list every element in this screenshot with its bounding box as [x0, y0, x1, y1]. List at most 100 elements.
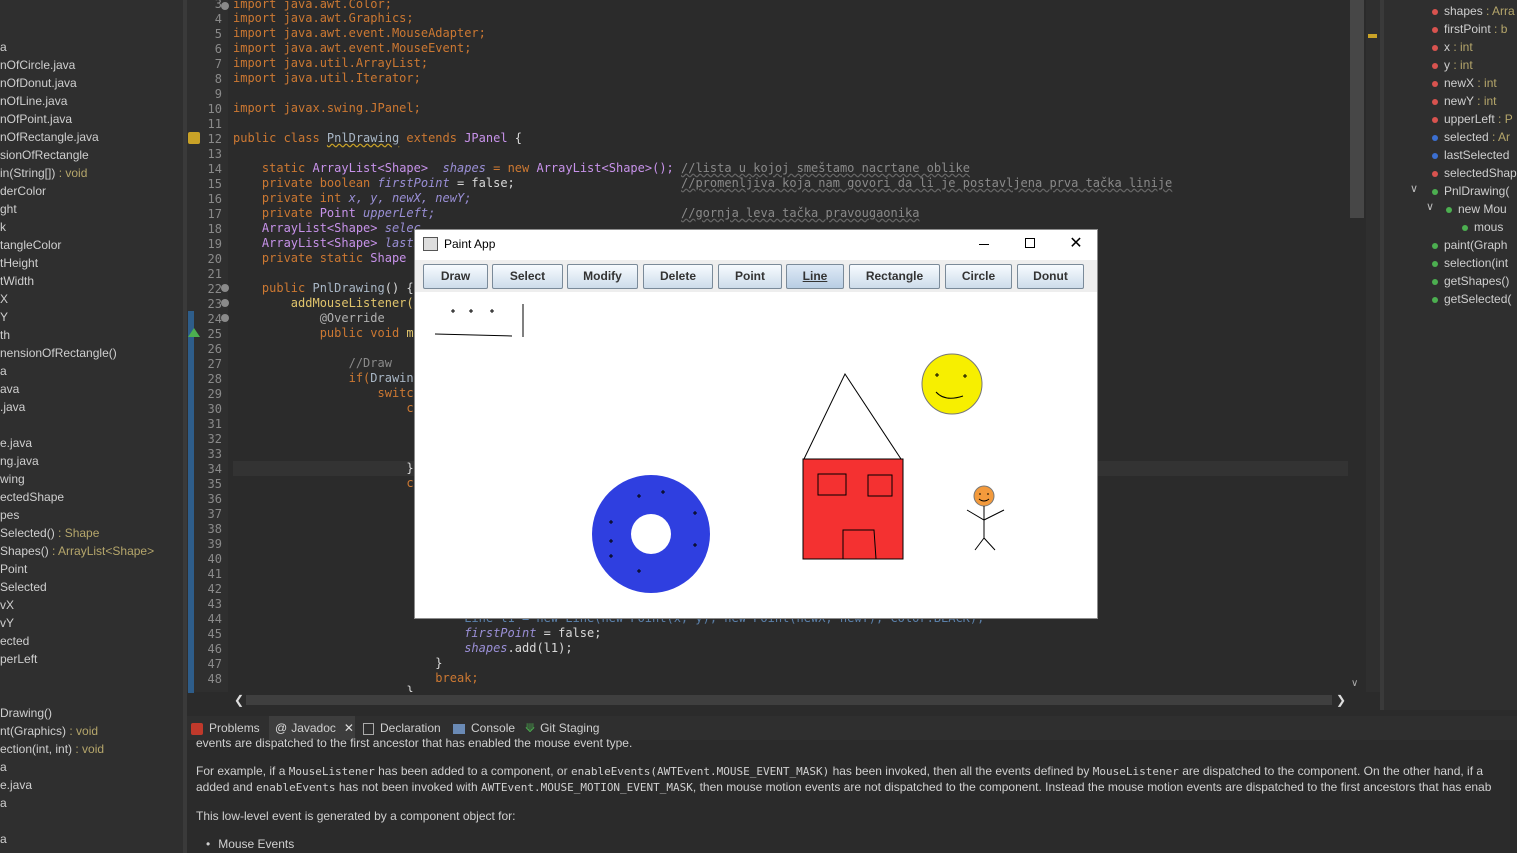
- tree-item[interactable]: Selected() : Shape: [0, 524, 99, 542]
- tree-item[interactable]: k: [0, 218, 6, 236]
- code-line[interactable]: public PnlDrawing() {: [233, 281, 414, 296]
- outline-item[interactable]: selection(int: [1432, 254, 1508, 272]
- code-line[interactable]: ArrayList<Shape> lastS: [233, 236, 421, 251]
- tree-item[interactable]: Y: [0, 308, 8, 326]
- paint-app-window[interactable]: Paint App ✕ Draw Select Modify Delete Po…: [414, 229, 1098, 619]
- outline-item[interactable]: upperLeft : P: [1432, 110, 1513, 128]
- code-line[interactable]: private Point upperLeft;: [233, 206, 435, 221]
- code-comment[interactable]: //gornja leva tačka pravougaonika: [681, 206, 919, 221]
- tree-item[interactable]: a: [0, 362, 7, 380]
- warning-marker[interactable]: [1368, 34, 1377, 38]
- code-line[interactable]: ca: [233, 401, 420, 416]
- code-line[interactable]: import java.util.Iterator;: [233, 71, 421, 86]
- title-bar[interactable]: Paint App ✕: [415, 230, 1097, 260]
- tree-item[interactable]: a: [0, 830, 7, 848]
- close-icon[interactable]: ✕: [344, 721, 354, 735]
- code-line[interactable]: import java.util.ArrayList;: [233, 56, 428, 71]
- point-button[interactable]: Point: [718, 264, 782, 289]
- tree-item[interactable]: in(String[]) : void: [0, 164, 87, 182]
- code-line[interactable]: public void mo: [233, 326, 421, 341]
- scroll-right-icon[interactable]: ❯: [1336, 693, 1346, 707]
- close-button[interactable]: ✕: [1061, 233, 1091, 255]
- tree-item[interactable]: vY: [0, 614, 14, 632]
- tree-item[interactable]: Shapes() : ArrayList<Shape>: [0, 542, 154, 560]
- warning-icon[interactable]: [188, 132, 200, 144]
- tree-item[interactable]: perLeft: [0, 650, 37, 668]
- tree-item[interactable]: nt(Graphics) : void: [0, 722, 98, 740]
- scroll-down-icon[interactable]: ∨: [1351, 678, 1358, 689]
- outline-item[interactable]: selected : Ar: [1432, 128, 1510, 146]
- tree-item[interactable]: .java: [0, 398, 25, 416]
- outline-item[interactable]: new Mou: [1446, 200, 1507, 218]
- code-comment[interactable]: //promenljiva koja nam govori da li je p…: [681, 176, 1172, 191]
- outline-item[interactable]: selectedShap: [1432, 164, 1517, 182]
- code-line[interactable]: import java.awt.Graphics;: [233, 11, 414, 26]
- tree-item[interactable]: pes: [0, 506, 19, 524]
- tree-item[interactable]: a: [0, 38, 7, 56]
- tree-item[interactable]: tangleColor: [0, 236, 61, 254]
- tree-item[interactable]: X: [0, 290, 8, 308]
- code-line[interactable]: static ArrayList<Shape> shapes = new Arr…: [233, 161, 674, 176]
- outline-item[interactable]: getShapes(): [1432, 272, 1509, 290]
- code-line[interactable]: switch: [233, 386, 420, 401]
- code-line[interactable]: ArrayList<Shape> selec: [233, 221, 421, 236]
- tree-item[interactable]: sionOfRectangle: [0, 146, 89, 164]
- tree-item[interactable]: Point: [0, 560, 27, 578]
- chevron-down-icon[interactable]: ∨: [1410, 182, 1418, 195]
- tree-item[interactable]: ght: [0, 200, 17, 218]
- code-line[interactable]: if(Drawing: [233, 371, 421, 386]
- override-icon[interactable]: [188, 328, 200, 337]
- outline-item[interactable]: mous: [1462, 218, 1503, 236]
- code-line[interactable]: firstPoint = false;: [233, 626, 601, 641]
- outline-item[interactable]: lastSelected: [1432, 146, 1509, 164]
- code-comment[interactable]: //lista u kojoj smeštamo nacrtane oblike: [681, 161, 970, 176]
- tree-item[interactable]: e.java: [0, 434, 32, 452]
- outline-item[interactable]: newY : int: [1432, 92, 1497, 110]
- line-button[interactable]: Line: [786, 264, 844, 289]
- outline-item[interactable]: getSelected(: [1432, 290, 1511, 308]
- code-line[interactable]: import java.awt.event.MouseAdapter;: [233, 26, 486, 41]
- tree-item[interactable]: tHeight: [0, 254, 38, 272]
- code-line[interactable]: private int x, y, newX, newY;: [233, 191, 472, 206]
- code-line[interactable]: @Override: [233, 311, 385, 326]
- code-line[interactable]: private static Shape s: [233, 251, 421, 266]
- outline-item[interactable]: x : int: [1432, 38, 1473, 56]
- code-line[interactable]: shapes.add(l1);: [233, 641, 572, 656]
- tree-item[interactable]: ava: [0, 380, 19, 398]
- scroll-left-icon[interactable]: ❮: [234, 693, 244, 707]
- vertical-scroll-thumb[interactable]: [1350, 0, 1364, 218]
- tree-item[interactable]: th: [0, 326, 10, 344]
- maximize-button[interactable]: [1015, 236, 1045, 254]
- outline-item[interactable]: paint(Graph: [1432, 236, 1507, 254]
- code-line[interactable]: ca: [233, 476, 420, 491]
- donut-button[interactable]: Donut: [1017, 264, 1084, 289]
- outline-item[interactable]: firstPoint : b: [1432, 20, 1507, 38]
- outline-item[interactable]: y : int: [1432, 56, 1473, 74]
- tree-item[interactable]: vX: [0, 596, 14, 614]
- outline-item[interactable]: PnlDrawing(: [1432, 182, 1509, 200]
- code-line[interactable]: addMouseListener(n: [233, 296, 421, 311]
- pane-divider[interactable]: [1380, 0, 1384, 710]
- chevron-down-icon[interactable]: ∨: [1426, 200, 1434, 213]
- tree-item[interactable]: nensionOfRectangle(): [0, 344, 117, 362]
- tree-item[interactable]: tWidth: [0, 272, 34, 290]
- overview-ruler[interactable]: [1366, 0, 1380, 692]
- horizontal-scroll-thumb[interactable]: [246, 695, 1332, 705]
- tree-item[interactable]: ectedShape: [0, 488, 64, 506]
- code-line[interactable]: //Draw: [233, 356, 392, 371]
- tree-item[interactable]: ected: [0, 632, 29, 650]
- tree-item[interactable]: Selected: [0, 578, 47, 596]
- tree-item[interactable]: nOfLine.java: [0, 92, 67, 110]
- tree-item[interactable]: a: [0, 758, 7, 776]
- tree-item[interactable]: nOfRectangle.java: [0, 128, 99, 146]
- tree-item[interactable]: ection(int, int) : void: [0, 740, 104, 758]
- tree-item[interactable]: Drawing(): [0, 704, 52, 722]
- code-line[interactable]: import java.awt.event.MouseEvent;: [233, 41, 471, 56]
- select-button[interactable]: Select: [492, 264, 563, 289]
- tree-item[interactable]: e.java: [0, 776, 32, 794]
- fold-icon[interactable]: [221, 284, 229, 292]
- tree-item[interactable]: nOfDonut.java: [0, 74, 77, 92]
- code-line[interactable]: public class PnlDrawing extends JPanel {: [233, 131, 522, 146]
- tree-item[interactable]: ng.java: [0, 452, 39, 470]
- code-line[interactable]: private boolean firstPoint = false;: [233, 176, 515, 191]
